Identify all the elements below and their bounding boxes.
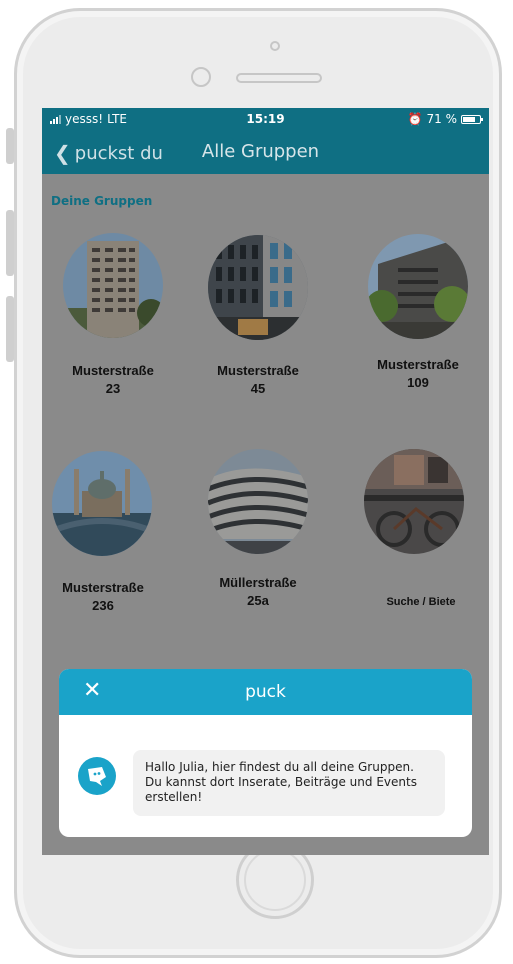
group-image[interactable] bbox=[364, 449, 464, 554]
front-camera bbox=[270, 41, 280, 51]
mute-switch[interactable] bbox=[6, 128, 14, 164]
chat-bot-icon bbox=[78, 757, 116, 795]
group-name: Musterstraße 236 bbox=[62, 580, 144, 613]
group-name: Musterstraße 109 bbox=[377, 357, 459, 390]
group-name: Musterstraße 23 bbox=[72, 363, 154, 396]
chat-message: Hallo Julia, hier findest du all deine G… bbox=[133, 750, 445, 816]
volume-up-button[interactable] bbox=[6, 210, 14, 276]
section-title: Deine Gruppen bbox=[51, 194, 153, 208]
group-image[interactable] bbox=[208, 449, 308, 554]
page-title: Alle Gruppen bbox=[201, 141, 320, 162]
battery-percent: 71 % bbox=[426, 112, 458, 126]
battery-icon bbox=[461, 114, 483, 124]
alarm-icon: ⏰ bbox=[407, 112, 423, 126]
app-screen: yesss! LTE 15:19 ⏰ 71 % ❮ puckst du Alle… bbox=[42, 108, 489, 855]
dialog-header: ✕ puck bbox=[59, 669, 472, 715]
proximity-sensor bbox=[191, 67, 211, 87]
status-bar: yesss! LTE 15:19 ⏰ 71 % bbox=[42, 108, 489, 130]
earpiece-speaker bbox=[236, 73, 322, 83]
group-name: Musterstraße 45 bbox=[217, 363, 299, 396]
group-name: Suche / Biete bbox=[386, 596, 456, 608]
dialog-title: puck bbox=[245, 682, 286, 702]
onboarding-dialog: ✕ puck Hallo Julia, hier findest du all … bbox=[59, 669, 472, 837]
group-image[interactable] bbox=[63, 233, 163, 338]
group-name: Müllerstraße 25a bbox=[219, 575, 297, 608]
group-image[interactable] bbox=[368, 234, 468, 339]
navigation-bar: ❮ puckst du Alle Gruppen bbox=[42, 130, 489, 174]
group-image[interactable] bbox=[52, 451, 152, 556]
volume-down-button[interactable] bbox=[6, 296, 14, 362]
group-image[interactable] bbox=[208, 235, 308, 340]
